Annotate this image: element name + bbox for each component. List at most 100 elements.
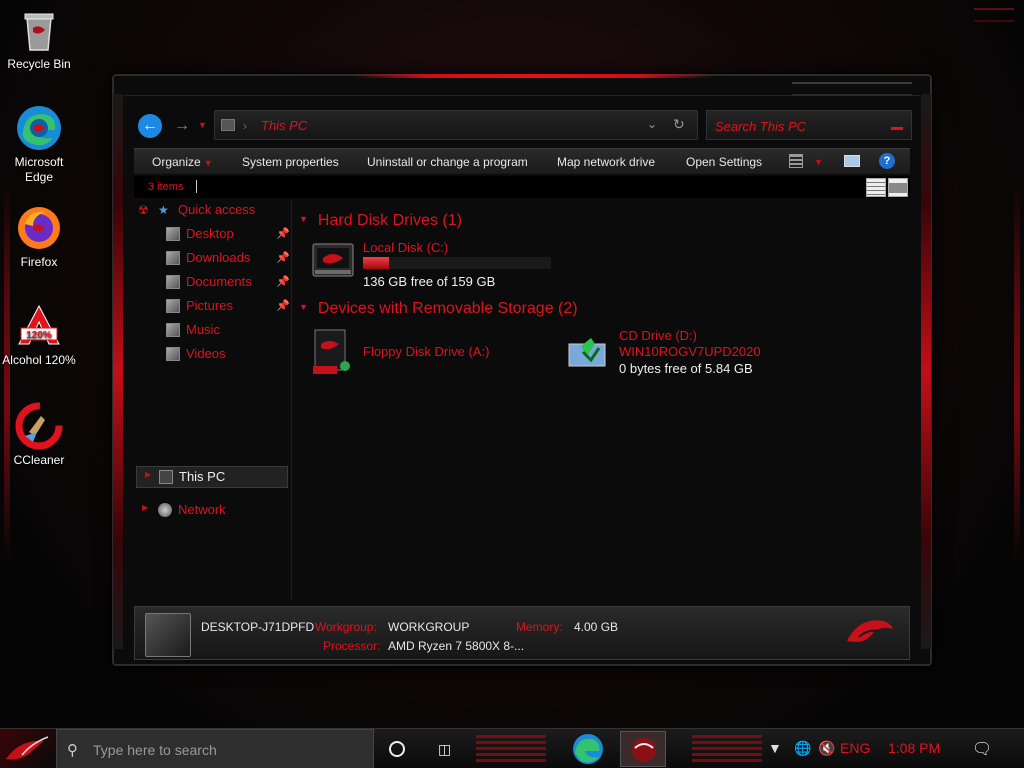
processor-key: Processor: — [323, 639, 381, 653]
desktop-icon-firefox[interactable]: Firefox — [2, 204, 76, 270]
pin-icon[interactable]: 📌 — [276, 251, 290, 264]
drive-volume-label: WIN10ROGV7UPD2020 — [619, 344, 761, 359]
downloads-folder-icon — [166, 251, 180, 265]
large-icons-view-icon[interactable] — [888, 178, 908, 197]
game-app-icon — [632, 738, 656, 762]
pin-icon[interactable]: 📌 — [276, 227, 290, 240]
svg-text:120%: 120% — [26, 330, 52, 341]
hard-drive-icon — [312, 243, 354, 277]
pin-icon[interactable]: 📌 — [276, 299, 290, 312]
nav-item-pictures[interactable]: Pictures 📌 — [134, 296, 290, 316]
drive-cd-d[interactable]: CD Drive (D:) WIN10ROGV7UPD2020 0 bytes … — [567, 328, 807, 382]
status-divider — [196, 180, 197, 193]
expand-arrow-icon[interactable]: ▶ — [142, 503, 148, 512]
nav-item-label: Videos — [186, 346, 226, 361]
start-button[interactable] — [0, 729, 56, 768]
organize-button[interactable]: Organize ▼ — [152, 155, 213, 169]
rog-start-icon — [6, 736, 49, 760]
recent-locations-dropdown[interactable]: ▼ — [198, 120, 207, 130]
search-icon: ⚲ — [67, 742, 78, 759]
address-path[interactable]: This PC — [261, 118, 307, 133]
recycle-bin-icon — [24, 13, 54, 51]
nav-item-label: Network — [178, 502, 226, 517]
volume-muted-icon[interactable]: 🔇 — [818, 740, 835, 757]
nav-item-music[interactable]: Music — [134, 320, 288, 340]
desktop-folder-icon — [166, 227, 180, 241]
computer-icon — [159, 470, 173, 484]
details-view-icon[interactable] — [866, 178, 886, 197]
desktop-icon-edge[interactable]: Microsoft Edge — [2, 104, 76, 185]
nav-item-documents[interactable]: Documents 📌 — [134, 272, 290, 292]
language-indicator[interactable]: ENG — [840, 740, 870, 756]
expand-arrow-icon[interactable]: ▶ — [145, 470, 151, 479]
caret-down-icon: ▼ — [203, 158, 213, 168]
drive-local-disk-c[interactable]: Local Disk (C:) 136 GB free of 159 GB — [311, 240, 571, 290]
drive-name: Floppy Disk Drive (A:) — [363, 344, 490, 359]
map-network-drive-button[interactable]: Map network drive — [557, 155, 655, 169]
preview-pane-icon[interactable] — [844, 155, 860, 167]
ccleaner-icon — [15, 402, 63, 450]
system-properties-button[interactable]: System properties — [242, 155, 339, 169]
nav-item-this-pc[interactable]: ▶ This PC — [136, 466, 288, 488]
firefox-icon — [18, 207, 60, 249]
search-input[interactable] — [715, 117, 875, 135]
star-icon: ★ — [158, 203, 169, 217]
pin-icon[interactable]: 📌 — [276, 275, 290, 288]
clock[interactable]: 1:08 PM — [888, 740, 940, 756]
nav-item-downloads[interactable]: Downloads 📌 — [134, 248, 290, 268]
nav-item-label: Pictures — [186, 298, 233, 313]
drive-usage-bar — [363, 257, 551, 269]
nav-item-network[interactable]: ▶ Network — [134, 500, 288, 520]
change-view-icon[interactable] — [789, 154, 803, 168]
search-box[interactable] — [706, 110, 912, 140]
nav-item-label: Documents — [186, 274, 252, 289]
alcohol-120-icon: 120% — [18, 304, 60, 345]
forward-button[interactable]: → — [170, 114, 194, 138]
command-bar: Organize ▼ System properties Uninstall or… — [134, 148, 910, 174]
window-controls[interactable] — [792, 82, 912, 96]
network-globe-icon[interactable]: 🌐 — [794, 740, 811, 757]
task-view-icon[interactable]: ◫ — [438, 741, 456, 757]
back-button[interactable]: ← — [138, 114, 162, 138]
cortana-icon[interactable] — [389, 741, 405, 757]
window-right-accent — [921, 94, 931, 649]
help-icon[interactable]: ? — [879, 153, 895, 169]
details-pane: DESKTOP-J71DPFD Workgroup: WORKGROUP Mem… — [134, 606, 910, 660]
uninstall-program-button[interactable]: Uninstall or change a program — [367, 155, 528, 169]
breadcrumb-separator-icon[interactable]: › — [243, 119, 247, 133]
nav-item-label: This PC — [179, 469, 226, 484]
refresh-icon[interactable]: ↻ — [673, 116, 685, 133]
notifications-icon[interactable]: 🗨 — [972, 739, 992, 759]
drive-free-space: 136 GB free of 159 GB — [363, 274, 496, 289]
drive-name: CD Drive (D:) — [619, 328, 697, 343]
taskbar-app-edge[interactable] — [565, 731, 611, 767]
rog-tray-icon[interactable]: ▼ — [768, 740, 782, 756]
taskbar-search-input[interactable] — [93, 740, 363, 760]
nav-item-label: Music — [186, 322, 220, 337]
nav-item-videos[interactable]: Videos — [134, 344, 288, 364]
desktop-icon-recycle-bin[interactable]: Recycle Bin — [2, 6, 76, 72]
view-options-dropdown[interactable]: ▼ — [814, 157, 823, 167]
desktop-icon-label: Firefox — [20, 255, 58, 269]
group-header-removable-storage[interactable]: ▼ Devices with Removable Storage (2) — [299, 300, 578, 318]
group-header-hard-disk-drives[interactable]: ▼ Hard Disk Drives (1) — [299, 212, 462, 230]
drive-floppy-a[interactable]: Floppy Disk Drive (A:) — [311, 328, 551, 378]
item-count: 3 items — [148, 181, 184, 193]
desktop-icon-label: Microsoft Edge — [14, 155, 64, 184]
group-header-label: Devices with Removable Storage (2) — [317, 300, 578, 317]
taskbar: ⚲ ◫ ▼ 🌐 🔇 ENG 1:08 PM 🗨 — [0, 728, 1024, 768]
memory-key: Memory: — [516, 620, 563, 634]
address-bar[interactable]: › This PC ⌄ ↻ — [214, 110, 698, 140]
open-settings-button[interactable]: Open Settings — [686, 155, 762, 169]
desktop-icon-alcohol[interactable]: 120% Alcohol 120% — [2, 302, 76, 368]
nav-quick-access[interactable]: ☢ ★ Quick access — [134, 200, 288, 220]
chevron-down-icon[interactable]: ⌄ — [647, 117, 657, 131]
taskbar-search[interactable]: ⚲ — [56, 729, 374, 768]
taskbar-app-game[interactable] — [620, 731, 666, 767]
desktop-icon-ccleaner[interactable]: CCleaner — [2, 402, 76, 468]
nav-item-desktop[interactable]: Desktop 📌 — [134, 224, 290, 244]
network-globe-icon — [158, 503, 172, 517]
search-clear-icon[interactable] — [891, 127, 903, 130]
desktop-icon-label: Alcohol 120% — [2, 353, 76, 367]
window-left-accent — [113, 94, 123, 649]
